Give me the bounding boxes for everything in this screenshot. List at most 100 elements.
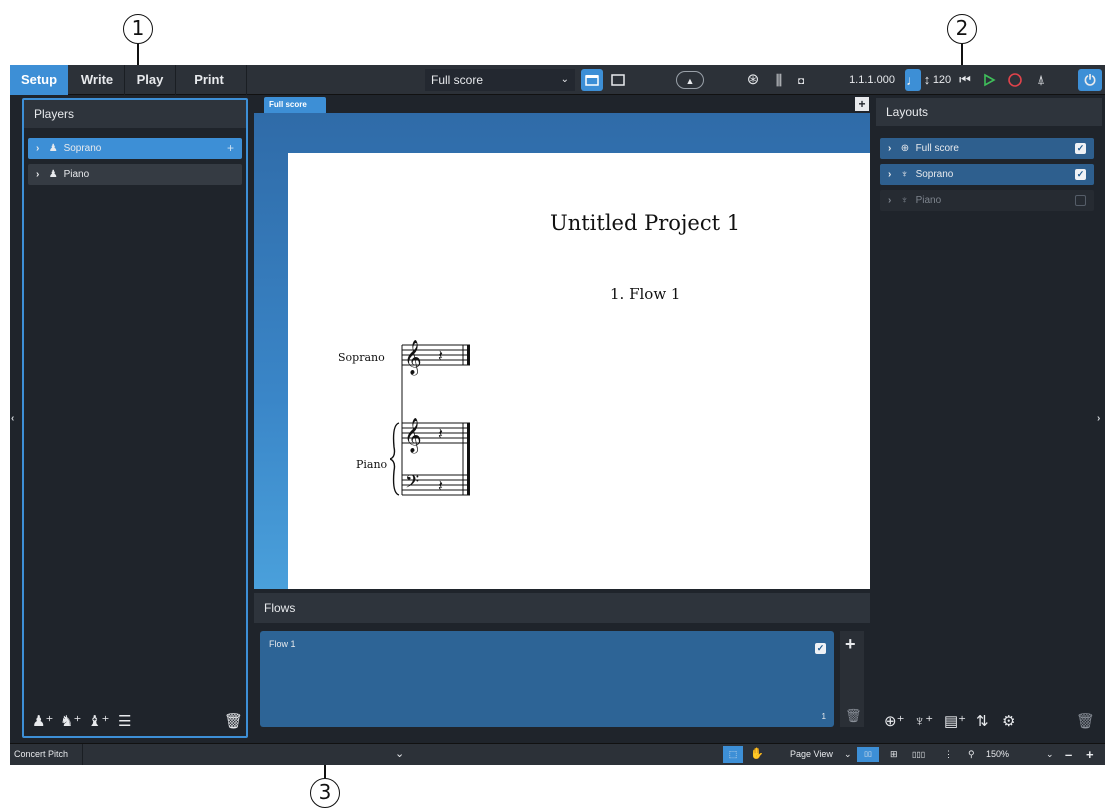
- layout-label: Full score: [915, 143, 959, 154]
- music-staves: 𝄞 𝄞 𝄢 𝄽 𝄽 𝄽: [390, 340, 470, 497]
- add-tab-plus-icon[interactable]: +: [855, 97, 869, 111]
- spreads-horizontal-icon[interactable]: ▯▯: [857, 747, 879, 762]
- layout-selector-value: Full score: [431, 73, 484, 87]
- record-icon[interactable]: [1004, 69, 1026, 91]
- layout-row-soprano[interactable]: › ♆ Soprano ✓: [880, 164, 1094, 185]
- players-panel-title: Players: [24, 100, 246, 128]
- galley-view-icon[interactable]: [581, 69, 603, 91]
- gear-icon[interactable]: ⚙: [1002, 713, 1015, 731]
- show-left-zone-chevron-icon[interactable]: ‹: [11, 413, 14, 424]
- callout-1: 1: [123, 14, 153, 44]
- video-icon[interactable]: ⊛: [742, 69, 764, 91]
- score-page[interactable]: Untitled Project 1 1. Flow 1 Soprano Pia…: [288, 153, 870, 589]
- player-row-piano[interactable]: › ♟ Piano: [28, 164, 242, 185]
- player-label: Piano: [63, 169, 90, 180]
- staff-label-piano: Piano: [356, 458, 388, 471]
- status-bar: Concert Pitch ⌄ ⬚ ✋ Page View ⌄ ▯▯ ⊞ ▯▯▯…: [10, 743, 1105, 765]
- show-right-zone-chevron-icon[interactable]: ›: [1097, 413, 1100, 424]
- concert-pitch-toggle[interactable]: Concert Pitch: [14, 744, 84, 765]
- svg-text:𝄽: 𝄽: [438, 424, 443, 443]
- sort-layouts-icon[interactable]: ⇅: [976, 713, 989, 731]
- add-solo-player-icon[interactable]: ♟⁺: [32, 713, 53, 731]
- player-label: Soprano: [63, 143, 102, 154]
- layout-checkbox[interactable]: ✓: [1075, 169, 1086, 180]
- trash-icon[interactable]: 🗑: [845, 707, 862, 725]
- flow-card-label: Flow 1: [269, 639, 296, 649]
- chevron-right-icon[interactable]: ›: [888, 190, 898, 211]
- callout-3: 3: [310, 778, 340, 808]
- add-part-layout-icon[interactable]: ♆⁺: [914, 713, 933, 731]
- metronome-icon[interactable]: ⍋: [1030, 69, 1052, 91]
- audio-engine-icon[interactable]: ◘: [792, 71, 810, 93]
- mode-tab-setup[interactable]: Setup: [10, 65, 68, 95]
- person-icon: ♟: [48, 169, 58, 180]
- add-ensemble-icon[interactable]: ♝⁺: [88, 713, 109, 731]
- layout-row-piano[interactable]: › ♆ Piano: [880, 190, 1094, 211]
- single-pages-vertical-icon[interactable]: ⊞: [890, 744, 898, 765]
- rewind-icon[interactable]: ⏮: [954, 69, 976, 91]
- add-full-score-layout-icon[interactable]: ⊕⁺: [884, 713, 905, 731]
- pages-vertical-icon[interactable]: ⋮: [944, 744, 953, 765]
- svg-text:𝄽: 𝄽: [438, 346, 443, 365]
- flow-card-1[interactable]: Flow 1 ✓ 1: [260, 631, 834, 727]
- tab-full-score[interactable]: Full score: [264, 97, 326, 113]
- layout-label: Piano: [915, 195, 942, 206]
- hand-tool-icon[interactable]: ✋: [750, 744, 764, 765]
- svg-text:𝄞: 𝄞: [404, 340, 422, 376]
- screenshot-stage: 1 2 3 Setup Write Play Print Full score …: [0, 0, 1115, 810]
- dorico-window: Setup Write Play Print Full score ⌄ ▲ ⊛ …: [10, 65, 1105, 765]
- callout-2: 2: [947, 14, 977, 44]
- zoom-out-icon[interactable]: –: [1065, 744, 1072, 765]
- svg-text:𝄢: 𝄢: [405, 472, 419, 497]
- flows-side-bar: + 🗑: [840, 631, 864, 727]
- chevron-right-icon[interactable]: ›: [888, 138, 898, 159]
- tempo-arrow-icon[interactable]: ↕: [922, 65, 932, 95]
- part-icon: ♆: [900, 169, 909, 180]
- mixer-icon[interactable]: ⫼: [768, 69, 790, 91]
- player-row-soprano[interactable]: › ♟ Soprano +: [28, 138, 242, 159]
- click-note-icon[interactable]: ♩: [905, 69, 921, 91]
- mode-tab-write[interactable]: Write: [72, 65, 122, 95]
- pages-horizontal-icon[interactable]: ▯▯▯: [912, 744, 925, 765]
- layout-checkbox[interactable]: [1075, 195, 1086, 206]
- zoom-level[interactable]: 150%: [986, 744, 1009, 765]
- add-flow-plus-icon[interactable]: +: [845, 635, 856, 653]
- chevron-right-icon[interactable]: ›: [36, 138, 46, 159]
- chevron-down-icon[interactable]: ⌄: [844, 744, 852, 765]
- layout-checkbox[interactable]: ✓: [1075, 143, 1086, 154]
- mode-tab-play[interactable]: Play: [127, 65, 173, 95]
- tempo-value[interactable]: 120: [932, 65, 952, 95]
- player-groups-icon[interactable]: ☰: [118, 713, 131, 731]
- layouts-panel-title: Layouts: [876, 98, 1102, 126]
- person-icon: ♟: [48, 143, 58, 154]
- players-panel: Players › ♟ Soprano + › ♟ Piano ♟⁺ ♞⁺ ♝⁺…: [22, 98, 248, 738]
- power-icon[interactable]: ⏻: [1078, 69, 1102, 91]
- chevron-right-icon[interactable]: ›: [888, 164, 898, 185]
- add-section-player-icon[interactable]: ♞⁺: [60, 713, 81, 731]
- chevron-right-icon[interactable]: ›: [36, 164, 46, 185]
- flows-panel: Flows Flow 1 ✓ 1 + 🗑: [254, 593, 870, 739]
- add-instrument-plus-icon[interactable]: +: [227, 138, 234, 159]
- mode-tab-print[interactable]: Print: [178, 65, 240, 95]
- add-custom-layout-icon[interactable]: ▤⁺: [944, 713, 966, 731]
- view-mode-select[interactable]: Page View: [790, 744, 833, 765]
- page-view-icon[interactable]: [607, 69, 629, 91]
- chevron-down-icon[interactable]: ⌄: [1046, 744, 1054, 765]
- layout-label: Soprano: [915, 169, 954, 180]
- layout-selector[interactable]: Full score ⌄: [425, 69, 575, 91]
- layout-row-full-score[interactable]: › ⊕ Full score ✓: [880, 138, 1094, 159]
- mode-separator: [246, 65, 247, 95]
- expand-lower-zone-icon[interactable]: ▲: [676, 71, 704, 89]
- play-icon[interactable]: [978, 69, 1000, 91]
- toolbar: Setup Write Play Print Full score ⌄ ▲ ⊛ …: [10, 65, 1105, 95]
- trash-icon[interactable]: 🗑: [224, 713, 243, 731]
- svg-text:𝄽: 𝄽: [438, 476, 443, 495]
- chevron-down-icon[interactable]: ⌄: [395, 744, 404, 765]
- zoom-in-icon[interactable]: +: [1086, 744, 1094, 765]
- flow-checkbox[interactable]: ✓: [815, 643, 826, 654]
- project-title: Untitled Project 1: [550, 211, 741, 235]
- score-view[interactable]: Untitled Project 1 1. Flow 1 Soprano Pia…: [254, 113, 870, 589]
- part-icon: ♆: [900, 195, 909, 206]
- trash-icon[interactable]: 🗑: [1076, 713, 1095, 731]
- selection-tool-icon[interactable]: ⬚: [723, 746, 743, 763]
